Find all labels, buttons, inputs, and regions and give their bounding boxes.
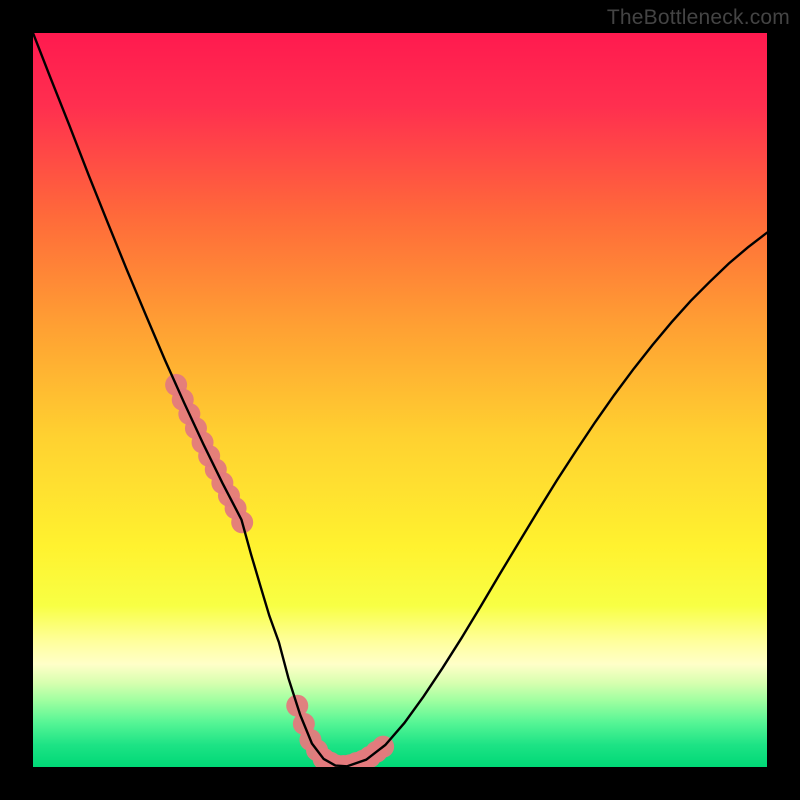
chart-frame: TheBottleneck.com xyxy=(0,0,800,800)
plot-area xyxy=(33,33,767,767)
curve-layer xyxy=(33,33,767,767)
highlight-band xyxy=(165,374,394,767)
bottleneck-curve xyxy=(33,33,767,766)
watermark-text: TheBottleneck.com xyxy=(607,6,790,30)
